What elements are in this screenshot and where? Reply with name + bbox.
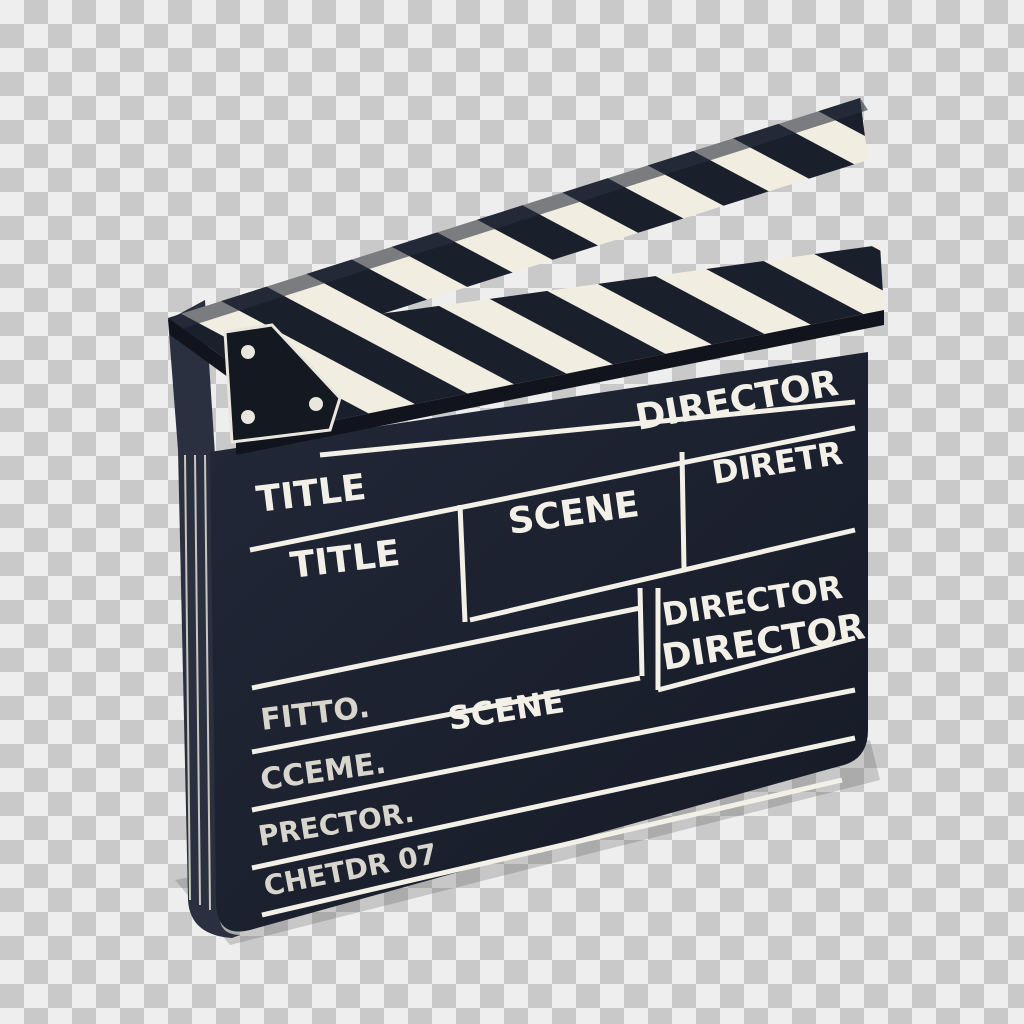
clapperboard-illustration: DIRECTOR TITLE SCENE DIRETR TITLE DIRECT…	[168, 98, 884, 945]
hinge-rivet	[241, 345, 255, 359]
hinge-rivet	[309, 397, 323, 411]
hinge-rivet	[241, 410, 255, 424]
